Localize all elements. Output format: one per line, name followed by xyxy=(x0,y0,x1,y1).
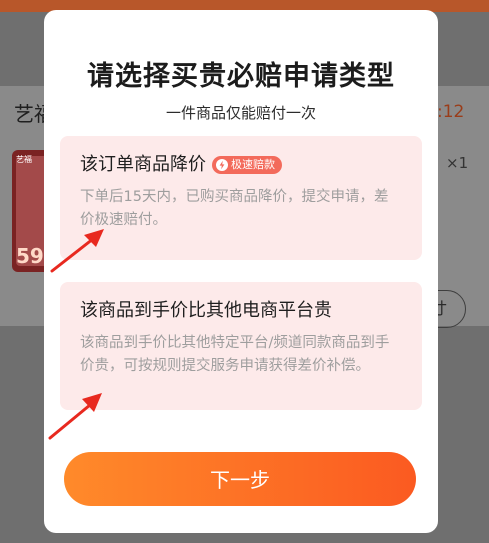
screen: 艺福 :12 艺福 59 ×1 寸 请选择买贵必赔申请类型 一件商品仅能赔付一次… xyxy=(0,0,489,543)
background-timer: :12 xyxy=(437,102,465,122)
option-price-drop-title: 该订单商品降价 xyxy=(80,154,206,175)
fast-payout-badge-label: 极速赔款 xyxy=(231,158,275,171)
fast-payout-badge: 极速赔款 xyxy=(212,156,282,174)
background-quantity: ×1 xyxy=(446,154,469,172)
option-price-drop-description: 下单后15天内，已购买商品降价，提交申请，差价极速赔付。 xyxy=(80,189,389,228)
dialog-subtitle: 一件商品仅能赔付一次 xyxy=(165,104,316,122)
option-cheaper-elsewhere-title: 该商品到手价比其他电商平台贵 xyxy=(80,300,332,321)
next-step-button[interactable]: 下一步 xyxy=(64,452,416,506)
background-thumb-price: 59 xyxy=(16,244,44,268)
option-price-drop[interactable]: 该订单商品降价 极速赔款 下单后15天内，已购买商品降价，提交申请，差价极速赔付… xyxy=(60,136,422,260)
claim-type-dialog: 请选择买贵必赔申请类型 一件商品仅能赔付一次 该订单商品降价 极速赔款 下单后1… xyxy=(44,10,438,533)
lightning-icon xyxy=(216,159,228,171)
background-thumb-brand: 艺福 xyxy=(16,155,32,164)
dialog-title: 请选择买贵必赔申请类型 xyxy=(87,61,395,92)
option-price-drop-title-row: 该订单商品降价 极速赔款 xyxy=(80,152,402,178)
option-cheaper-elsewhere[interactable]: 该商品到手价比其他电商平台贵 该商品到手价比其他特定平台/频道同款商品到手价贵，… xyxy=(60,282,422,410)
option-cheaper-elsewhere-description: 该商品到手价比其他特定平台/频道同款商品到手价贵，可按规则提交服务申请获得差价补… xyxy=(80,335,390,374)
